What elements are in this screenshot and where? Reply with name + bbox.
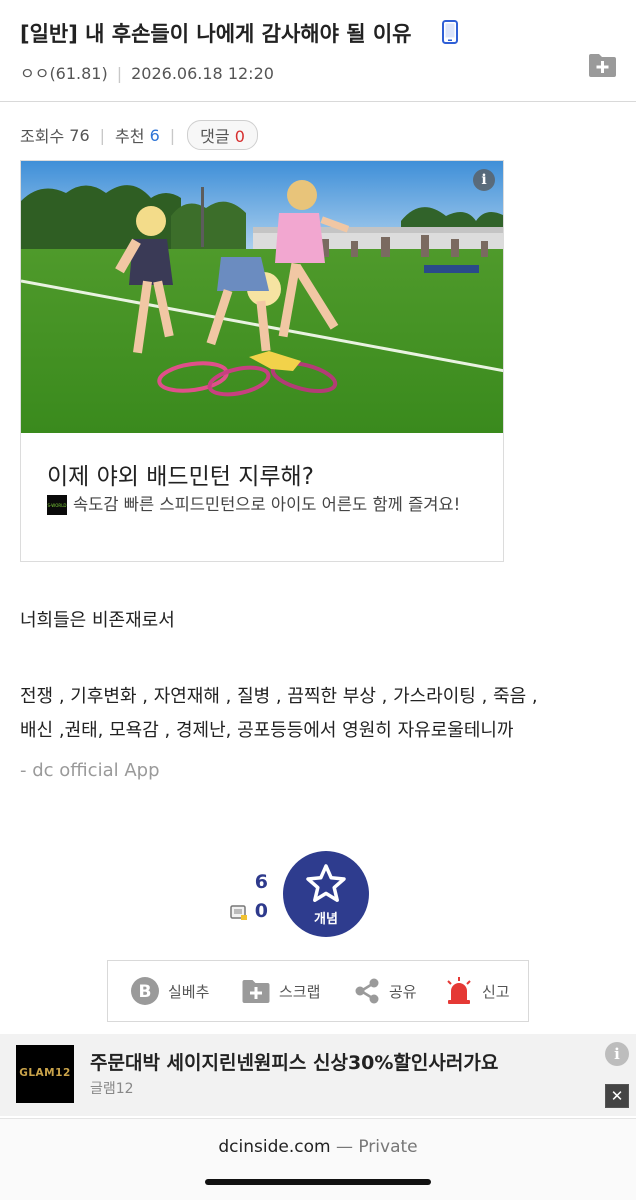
- ad-headline[interactable]: 이제 야외 배드민턴 지루해?: [47, 457, 314, 491]
- share-label: 공유: [389, 982, 417, 1001]
- post-body-line-3: 배신 ,권태, 모욕감 , 경제난, 공포등등에서 영원히 자유로울테니까: [20, 720, 514, 741]
- star-icon: [306, 864, 346, 902]
- report-label: 신고: [482, 982, 510, 1001]
- author-name[interactable]: ㅇㅇ(61.81): [20, 64, 108, 83]
- folder-add-icon[interactable]: [588, 52, 617, 78]
- post-stats: 조회수 76 | 추천 6 | 댓글 0: [20, 120, 258, 150]
- scrap-label: 스크랩: [279, 982, 321, 1001]
- post-action-bar: B 실베추 스크랩 공유 신고: [107, 960, 529, 1022]
- mobile-phone-icon: [442, 20, 458, 44]
- scrap-button[interactable]: 스크랩: [241, 961, 320, 1021]
- browser-url[interactable]: dcinside.com — Private: [0, 1137, 636, 1157]
- post-header: [일반] 내 후손들이 나에게 감사해야 될 이유 ㅇㅇ(61.81) | 2026…: [0, 0, 636, 102]
- ad-info-icon[interactable]: i: [605, 1042, 629, 1066]
- ad-close-button[interactable]: ✕: [605, 1084, 629, 1108]
- recommend-button[interactable]: 개념: [283, 851, 369, 937]
- upvote-count: 6: [254, 871, 268, 893]
- views-label: 조회수: [20, 127, 65, 146]
- comments-label: 댓글: [200, 127, 230, 146]
- ad-info-icon[interactable]: i: [473, 169, 495, 191]
- post-body-line-2: 전쟁 , 기후변화 , 자연재해 , 질병 , 끔찍한 부상 , 가스라이팅 ,…: [20, 686, 538, 707]
- post-body-line-1: 너희들은 비존재로서: [20, 610, 175, 631]
- advertiser-logo: S-WORLD: [47, 495, 67, 515]
- stats-divider: |: [169, 125, 176, 145]
- browser-private-mode: — Private: [335, 1137, 418, 1157]
- meta-divider: |: [116, 64, 123, 83]
- b-circle-icon: B: [131, 977, 159, 1005]
- post-date: 2026.06.18 12:20: [131, 64, 274, 83]
- bottom-ad-banner[interactable]: GLAM12 주문대박 세이지린넨원피스 신상30%할인사러가요 글램12 i …: [0, 1034, 636, 1116]
- advertiser-logo-text: S-WORLD: [47, 503, 66, 508]
- downvote-count: 0: [254, 900, 268, 922]
- recommend-button-label: 개념: [314, 912, 338, 927]
- comments-count: 0: [234, 127, 245, 146]
- browser-address-bar[interactable]: dcinside.com — Private: [0, 1118, 636, 1200]
- browser-domain: dcinside.com: [218, 1137, 331, 1157]
- recommend-label: 추천: [115, 127, 145, 146]
- share-icon: [355, 978, 379, 1004]
- svg-text:B: B: [139, 982, 152, 1002]
- folder-add-icon: [242, 980, 270, 1003]
- post-title: [일반] 내 후손들이 나에게 감사해야 될 이유: [20, 22, 412, 46]
- views-count: 76: [69, 125, 90, 145]
- stats-divider: |: [99, 125, 106, 145]
- siren-icon: [447, 977, 471, 1004]
- bottom-ad-title[interactable]: 주문대박 세이지린넨원피스 신상30%할인사러가요: [90, 1048, 498, 1075]
- unrecommend-button[interactable]: B 실베추: [130, 961, 209, 1021]
- home-indicator[interactable]: [205, 1179, 431, 1185]
- post-meta: ㅇㅇ(61.81) | 2026.06.18 12:20: [20, 60, 274, 84]
- glam12-logo: GLAM12: [16, 1045, 74, 1103]
- ad-image-kids-badminton[interactable]: [21, 161, 504, 433]
- unrecommend-label: 실베추: [168, 982, 210, 1001]
- share-button[interactable]: 공유: [353, 961, 417, 1021]
- recommend-count: 6: [149, 125, 160, 145]
- report-button[interactable]: 신고: [444, 961, 510, 1021]
- sponsored-ad-card[interactable]: i 이제 야외 배드민턴 지루해? S-WORLD 속도감 빠른 스피드민턴으로…: [20, 160, 504, 562]
- app-signature: - dc official App: [20, 760, 160, 781]
- ad-description[interactable]: 속도감 빠른 스피드민턴으로 아이도 어른도 함께 즐겨요!: [73, 493, 493, 516]
- bottom-ad-advertiser: 글램12: [90, 1081, 134, 1097]
- comments-button[interactable]: 댓글 0: [187, 120, 258, 150]
- glam12-logo-text: GLAM12: [19, 1067, 71, 1079]
